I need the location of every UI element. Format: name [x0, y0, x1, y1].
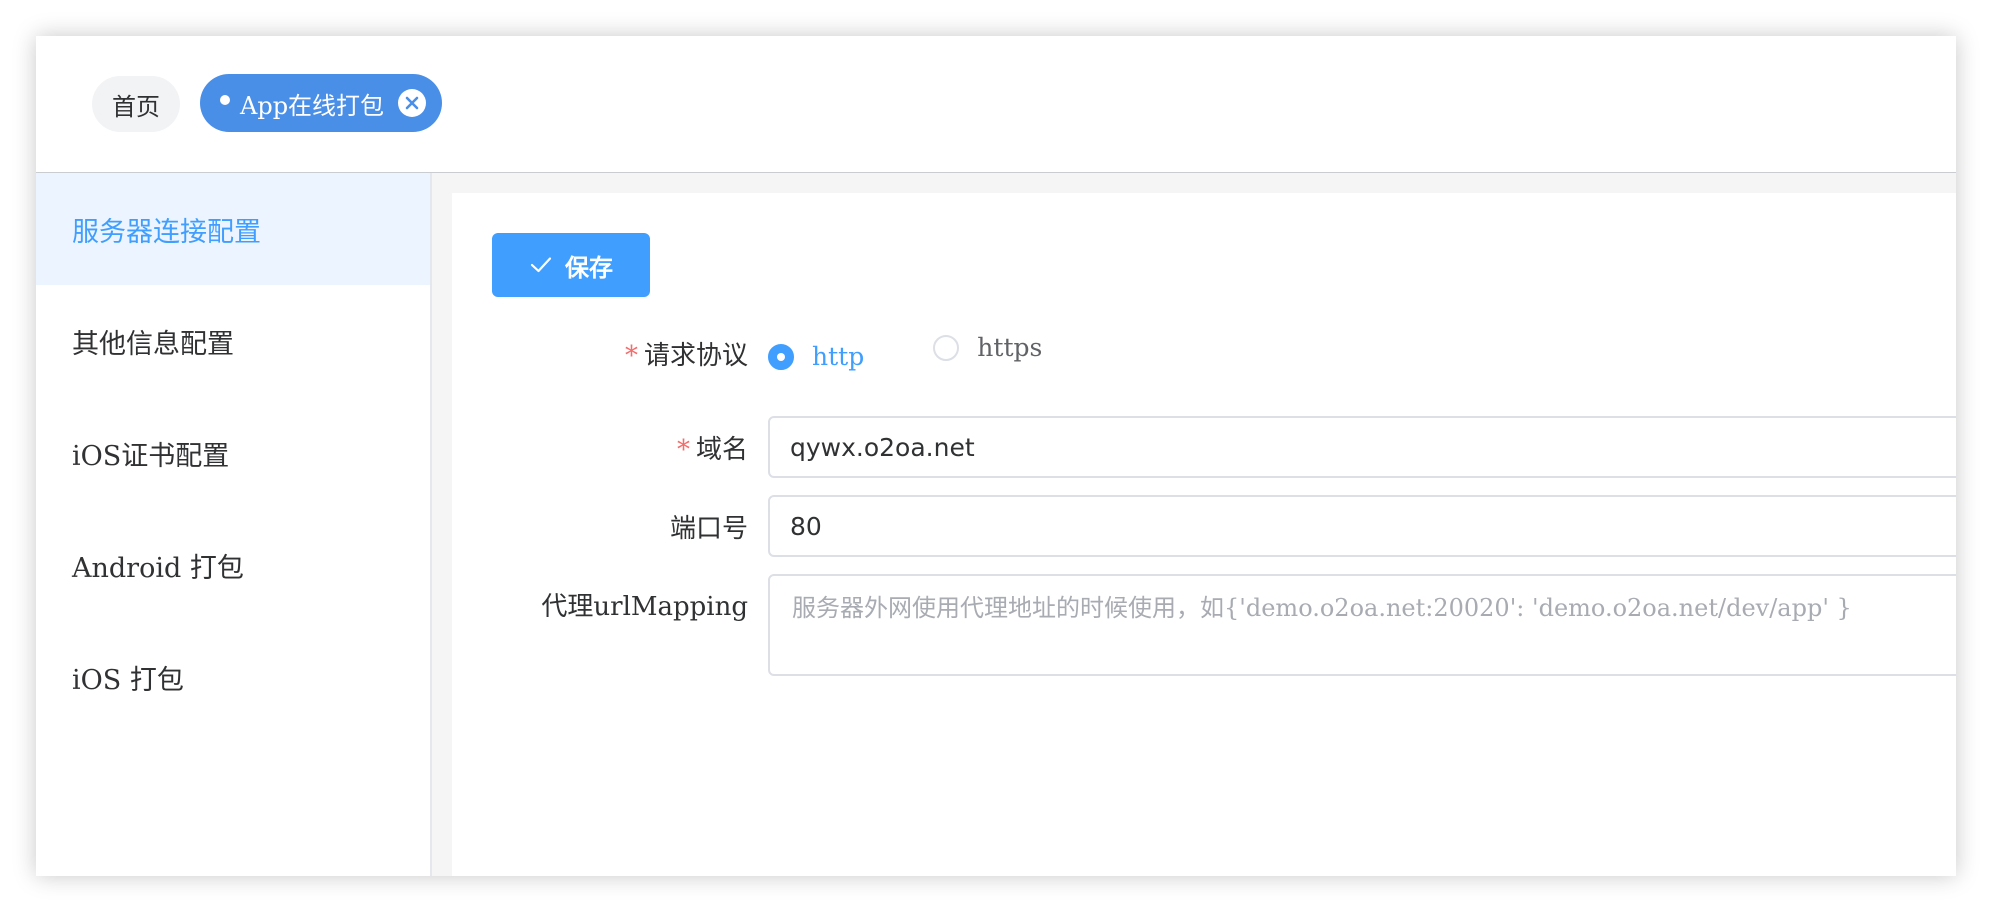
tab-app-package[interactable]: App在线打包 — [200, 74, 442, 132]
form-row-domain: * 域名 — [452, 416, 1956, 478]
tab-active-label: App在线打包 — [240, 91, 385, 120]
port-control — [768, 495, 1956, 557]
radio-unchecked-icon — [933, 334, 960, 361]
save-button-label: 保存 — [565, 253, 613, 282]
port-label: 端口号 — [448, 508, 748, 545]
save-button[interactable]: 保存 — [492, 233, 650, 297]
radio-https-label: https — [977, 333, 1043, 362]
radio-checked-icon — [768, 343, 794, 370]
close-icon[interactable] — [398, 89, 427, 117]
domain-label-text: 域名 — [695, 435, 748, 465]
form-row-protocol: * 请求协议 http https — [452, 331, 1956, 371]
proxy-url-mapping-textarea[interactable] — [768, 574, 1956, 676]
sidebar-item-label: 其他信息配置 — [72, 328, 234, 360]
tab-active-dot-icon — [220, 95, 230, 105]
tab-bar: 首页 App在线打包 — [36, 36, 1956, 174]
required-mark: * — [624, 341, 638, 371]
sidebar-item-ios-cert[interactable]: iOS证书配置 — [36, 397, 430, 509]
domain-label: * 域名 — [448, 429, 748, 466]
check-icon — [530, 257, 552, 273]
tab-home[interactable]: 首页 — [92, 76, 180, 132]
form-card: 保存 * 请求协议 http https * 域名 qywx.o2oa.net … — [452, 193, 1956, 876]
proxy-label-text: 代理urlMapping — [541, 592, 748, 622]
domain-input[interactable] — [768, 416, 1956, 478]
sidebar-item-label: 服务器连接配置 — [72, 216, 261, 248]
tab-home-label: 首页 — [112, 92, 160, 121]
sidebar-item-server-config[interactable]: 服务器连接配置 — [36, 173, 430, 285]
sidebar-item-other-config[interactable]: 其他信息配置 — [36, 285, 430, 397]
proxy-control — [768, 574, 1956, 680]
radio-http[interactable]: http — [768, 342, 864, 371]
radio-http-label: http — [812, 342, 865, 371]
form-row-proxy: 代理urlMapping — [452, 574, 1956, 676]
protocol-label: * 请求协议 — [448, 335, 748, 372]
sidebar-item-label: iOS 打包 — [72, 664, 184, 696]
radio-https[interactable]: https — [933, 333, 1042, 362]
main-content: 保存 * 请求协议 http https * 域名 qywx.o2oa.net … — [432, 173, 1956, 876]
form-row-port: 端口号 — [452, 495, 1956, 557]
sidebar-item-label: iOS证书配置 — [72, 440, 230, 472]
required-mark: * — [676, 435, 690, 465]
sidebar-item-android-package[interactable]: Android 打包 — [36, 509, 430, 621]
port-label-text: 端口号 — [669, 514, 748, 544]
protocol-radio-group: http https — [768, 333, 1956, 371]
proxy-label: 代理urlMapping — [448, 586, 748, 623]
sidebar: 服务器连接配置 其他信息配置 iOS证书配置 Android 打包 iOS 打包 — [36, 173, 432, 876]
domain-control — [768, 416, 1956, 478]
protocol-label-text: 请求协议 — [643, 341, 748, 371]
app-window: 首页 App在线打包 服务器连接配置 其他信息配置 iOS证书配置 Androi… — [36, 36, 1956, 876]
sidebar-item-label: Android 打包 — [72, 552, 244, 584]
sidebar-item-ios-package[interactable]: iOS 打包 — [36, 621, 430, 733]
port-input[interactable] — [768, 495, 1956, 557]
